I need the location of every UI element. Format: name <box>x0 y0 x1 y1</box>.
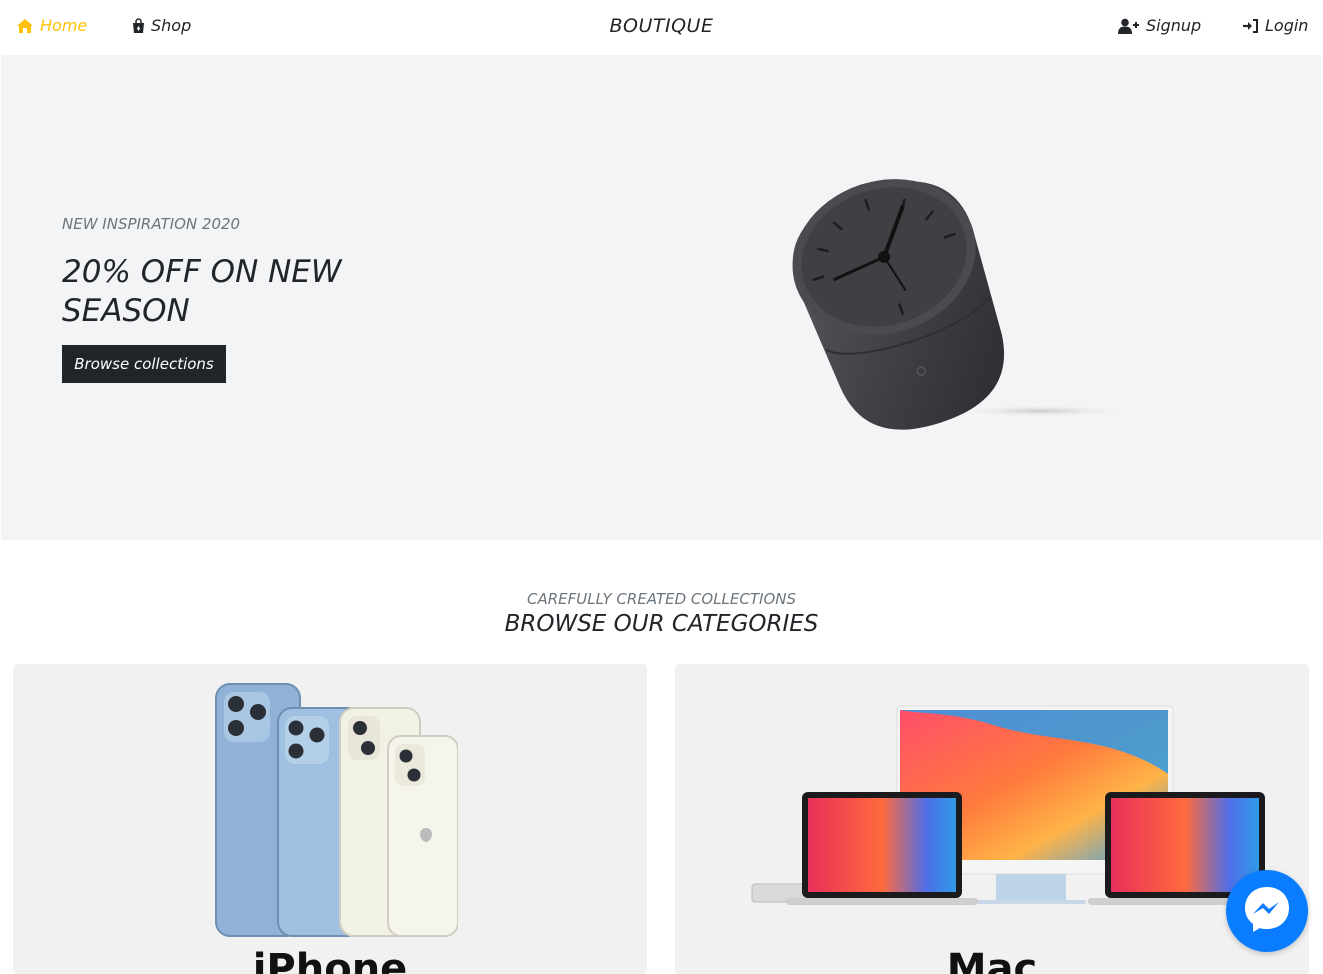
iphone-lineup-image <box>208 678 459 944</box>
hero-subtitle: NEW INSPIRATION 2020 <box>62 215 241 233</box>
messenger-icon <box>1239 881 1295 941</box>
categories-title: BROWSE OUR CATEGORIES <box>504 611 819 637</box>
category-card-mac[interactable]: Mac <box>675 664 1309 974</box>
category-label-iphone: iPhone <box>252 946 408 974</box>
category-label-mac: Mac <box>946 946 1038 974</box>
nav-login-link[interactable]: Login <box>1242 16 1308 35</box>
user-plus-icon <box>1118 18 1140 34</box>
categories-subtitle: CAREFULLY CREATED COLLECTIONS <box>526 590 797 608</box>
top-navbar: Home Shop BOUTIQUE Signup Login <box>0 0 1323 55</box>
browse-collections-button[interactable]: Browse collections <box>62 345 226 383</box>
nav-signup-link[interactable]: Signup <box>1118 16 1201 35</box>
mac-lineup-image <box>750 704 1280 948</box>
category-card-iphone[interactable]: iPhone <box>13 664 647 974</box>
hero-banner: NEW INSPIRATION 2020 20% OFF ON NEW SEAS… <box>1 55 1321 540</box>
sign-in-icon <box>1242 18 1259 34</box>
desk-clock-image <box>771 163 1141 447</box>
hero-title: 20% OFF ON NEW SEASON <box>62 254 342 329</box>
nav-signup-label: Signup <box>1146 16 1202 35</box>
nav-login-label: Login <box>1265 16 1309 35</box>
messenger-chat-button[interactable] <box>1226 870 1308 952</box>
